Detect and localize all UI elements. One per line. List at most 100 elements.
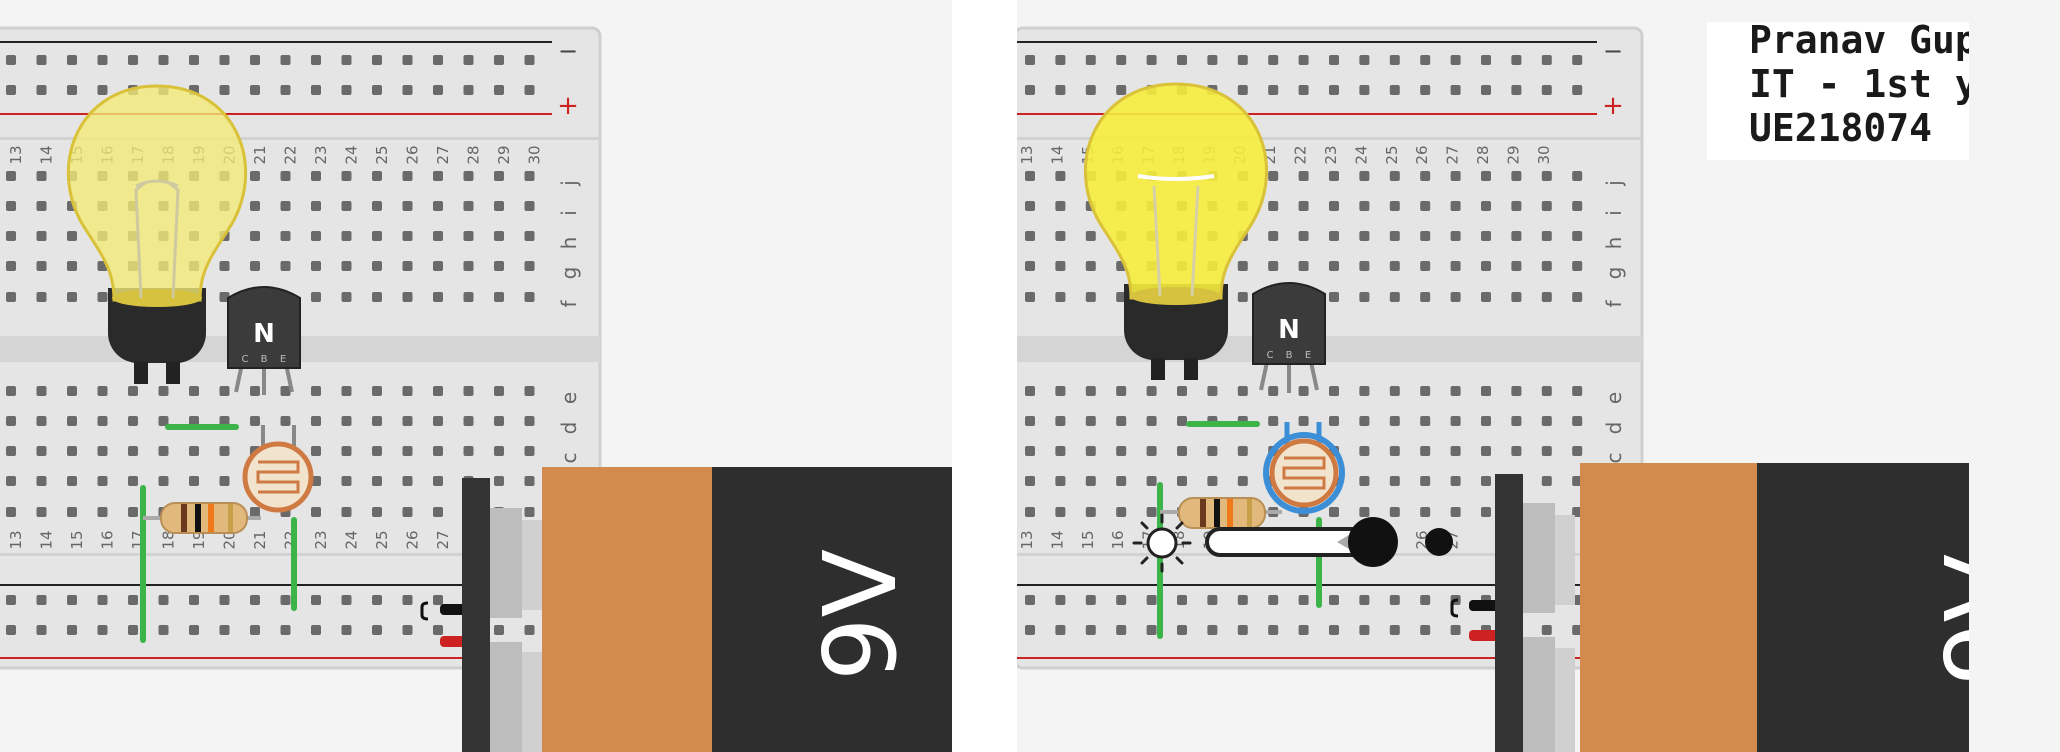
breadboard-hole[interactable]	[1450, 171, 1461, 181]
breadboard-hole[interactable]	[341, 261, 352, 271]
breadboard-hole[interactable]	[1146, 446, 1157, 456]
breadboard-hole[interactable]	[402, 595, 413, 605]
breadboard-hole[interactable]	[1298, 171, 1309, 181]
breadboard-hole[interactable]	[1420, 476, 1431, 486]
breadboard-hole[interactable]	[1389, 386, 1400, 396]
breadboard-hole[interactable]	[1389, 416, 1400, 426]
breadboard-hole[interactable]	[1541, 85, 1552, 95]
breadboard-hole[interactable]	[6, 201, 16, 211]
breadboard-hole[interactable]	[1025, 201, 1035, 211]
breadboard-hole[interactable]	[433, 416, 443, 426]
breadboard-hole[interactable]	[1298, 85, 1309, 95]
breadboard-hole[interactable]	[524, 55, 535, 65]
breadboard-hole[interactable]	[311, 595, 321, 605]
breadboard-hole[interactable]	[36, 446, 47, 456]
breadboard-hole[interactable]	[1389, 171, 1400, 181]
breadboard-hole[interactable]	[1450, 386, 1461, 396]
breadboard-hole[interactable]	[1237, 625, 1248, 635]
breadboard-hole[interactable]	[1207, 595, 1218, 605]
breadboard-hole[interactable]	[1450, 507, 1461, 517]
breadboard-hole[interactable]	[6, 85, 16, 95]
breadboard-hole[interactable]	[433, 595, 443, 605]
breadboard-hole[interactable]	[1268, 386, 1279, 396]
breadboard-hole[interactable]	[402, 507, 413, 517]
breadboard-hole[interactable]	[1389, 476, 1400, 486]
breadboard-hole[interactable]	[97, 292, 108, 302]
breadboard-hole[interactable]	[1541, 416, 1552, 426]
breadboard-hole[interactable]	[463, 416, 474, 426]
breadboard-hole[interactable]	[494, 261, 504, 271]
breadboard-hole[interactable]	[219, 386, 230, 396]
breadboard-hole[interactable]	[1055, 231, 1066, 241]
breadboard-hole[interactable]	[1146, 386, 1157, 396]
breadboard-hole[interactable]	[311, 446, 321, 456]
breadboard-hole[interactable]	[36, 201, 47, 211]
breadboard-hole[interactable]	[1116, 446, 1127, 456]
breadboard-hole[interactable]	[67, 292, 77, 302]
breadboard-hole[interactable]	[280, 261, 291, 271]
breadboard-hole[interactable]	[1025, 55, 1035, 65]
breadboard-hole[interactable]	[1055, 507, 1066, 517]
breadboard-hole[interactable]	[494, 231, 504, 241]
breadboard-hole[interactable]	[1359, 386, 1370, 396]
breadboard-hole[interactable]	[36, 55, 47, 65]
breadboard-hole[interactable]	[36, 595, 47, 605]
breadboard-hole[interactable]	[219, 476, 230, 486]
breadboard-hole[interactable]	[1359, 507, 1370, 517]
breadboard-hole[interactable]	[1420, 595, 1431, 605]
breadboard-hole[interactable]	[463, 171, 474, 181]
breadboard-hole[interactable]	[219, 85, 230, 95]
breadboard-hole[interactable]	[524, 386, 535, 396]
breadboard-hole[interactable]	[1389, 231, 1400, 241]
breadboard-hole[interactable]	[1541, 171, 1552, 181]
breadboard-hole[interactable]	[1298, 55, 1309, 65]
breadboard-hole[interactable]	[1450, 55, 1461, 65]
breadboard-hole[interactable]	[402, 416, 413, 426]
breadboard-hole[interactable]	[1055, 476, 1066, 486]
breadboard-hole[interactable]	[1329, 171, 1339, 181]
breadboard-hole[interactable]	[372, 201, 382, 211]
breadboard-hole[interactable]	[6, 416, 16, 426]
breadboard-hole[interactable]	[1481, 292, 1491, 302]
breadboard-hole[interactable]	[1177, 416, 1187, 426]
breadboard-hole[interactable]	[128, 446, 138, 456]
breadboard-hole[interactable]	[36, 231, 47, 241]
breadboard-hole[interactable]	[463, 201, 474, 211]
breadboard-hole[interactable]	[1116, 85, 1127, 95]
breadboard-hole[interactable]	[433, 261, 443, 271]
breadboard-hole[interactable]	[311, 85, 321, 95]
breadboard-hole[interactable]	[1116, 386, 1127, 396]
breadboard-hole[interactable]	[250, 55, 260, 65]
breadboard-hole[interactable]	[1085, 55, 1096, 65]
breadboard-hole[interactable]	[1450, 85, 1461, 95]
breadboard-hole[interactable]	[1237, 386, 1248, 396]
breadboard-hole[interactable]	[250, 171, 260, 181]
breadboard-hole[interactable]	[1298, 231, 1309, 241]
breadboard-hole[interactable]	[1389, 446, 1400, 456]
breadboard-hole[interactable]	[1420, 446, 1431, 456]
breadboard-hole[interactable]	[402, 55, 413, 65]
breadboard-hole[interactable]	[1572, 85, 1583, 95]
breadboard-hole[interactable]	[97, 416, 108, 426]
breadboard-hole[interactable]	[341, 292, 352, 302]
breadboard-hole[interactable]	[1055, 85, 1066, 95]
breadboard-hole[interactable]	[1541, 446, 1552, 456]
breadboard-hole[interactable]	[341, 55, 352, 65]
breadboard-hole[interactable]	[67, 416, 77, 426]
breadboard-hole[interactable]	[280, 201, 291, 211]
breadboard-hole[interactable]	[1389, 507, 1400, 517]
breadboard-hole[interactable]	[6, 386, 16, 396]
breadboard-hole[interactable]	[402, 231, 413, 241]
breadboard-hole[interactable]	[1146, 416, 1157, 426]
breadboard-hole[interactable]	[6, 171, 16, 181]
breadboard-hole[interactable]	[1329, 595, 1339, 605]
breadboard-hole[interactable]	[1541, 476, 1552, 486]
breadboard-hole[interactable]	[341, 595, 352, 605]
breadboard-hole[interactable]	[524, 231, 535, 241]
breadboard-hole[interactable]	[250, 201, 260, 211]
breadboard-hole[interactable]	[67, 595, 77, 605]
breadboard-hole[interactable]	[372, 85, 382, 95]
breadboard-hole[interactable]	[524, 261, 535, 271]
breadboard-hole[interactable]	[158, 55, 169, 65]
breadboard-hole[interactable]	[1541, 625, 1552, 635]
